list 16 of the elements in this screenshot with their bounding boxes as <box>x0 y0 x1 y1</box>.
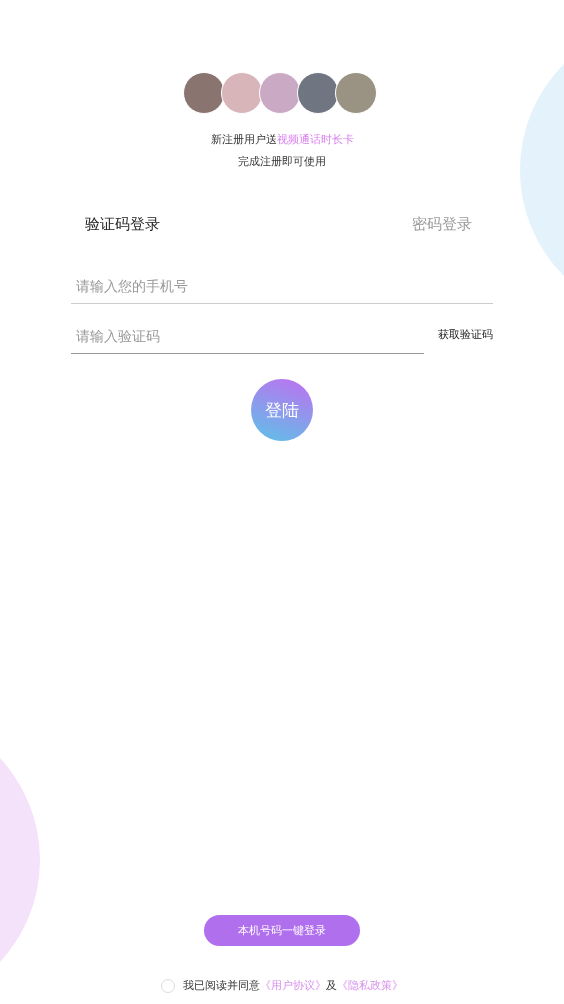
promo-note: 完成注册即可使用 <box>238 154 326 169</box>
conjunction-text: 及 <box>326 978 337 993</box>
photo-placeholder <box>221 72 263 114</box>
promo-text: 新注册用户送视频通话时长卡 <box>210 132 354 147</box>
photo-placeholder <box>335 72 377 114</box>
login-tab[interactable]: 密码登录 <box>283 215 564 234</box>
agreement-checkbox[interactable] <box>161 978 175 993</box>
get-code-button[interactable]: 获取验证码 <box>438 327 493 354</box>
agreement-text: 我已阅读并同意 <box>183 978 260 993</box>
one-tap-login-button[interactable]: 本机号码一键登录 <box>204 915 360 946</box>
login-button[interactable]: 登陆 <box>251 379 313 441</box>
login-tab[interactable]: 验证码登录 <box>0 215 283 234</box>
photo-placeholder <box>183 72 225 114</box>
privacy-policy-link[interactable]: 《隐私政策》 <box>337 978 403 993</box>
user-agreement-link[interactable]: 《用户协议》 <box>260 978 326 993</box>
photo-placeholder <box>297 72 339 114</box>
